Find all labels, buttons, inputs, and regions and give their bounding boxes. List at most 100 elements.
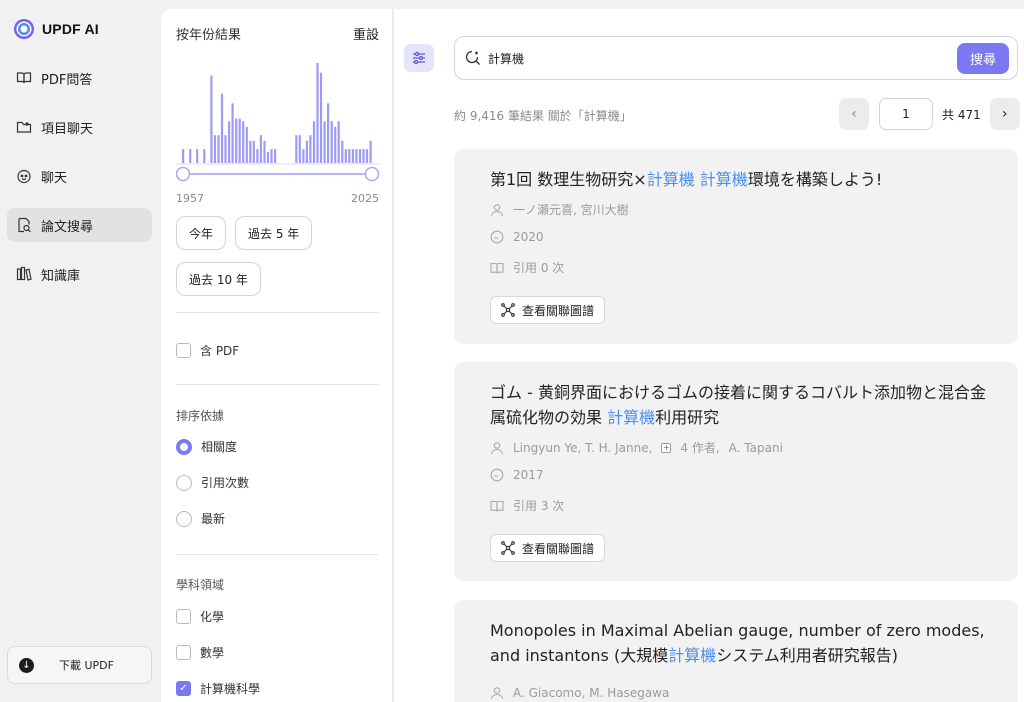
result-card[interactable]: ゴム - 黄銅界面におけるゴムの接着に関するコバルト添加物と混合金属硫化物の効果… <box>454 362 1018 581</box>
result-title[interactable]: Monopoles in Maximal Abelian gauge, numb… <box>490 618 990 668</box>
download-updf-button[interactable]: ↓ 下載 UPDF <box>7 646 152 684</box>
title-text: 環境を構築しよう! <box>747 170 883 189</box>
sidebar-item-pdf-qa[interactable]: PDF問答 <box>7 61 152 95</box>
search-input[interactable]: 計算機 <box>488 50 524 67</box>
result-card[interactable]: Monopoles in Maximal Abelian gauge, numb… <box>454 600 1018 702</box>
histogram-bar <box>337 121 340 163</box>
prev-page-button[interactable]: ‹ <box>839 98 869 130</box>
graph-network-icon <box>501 541 515 555</box>
histogram-bar <box>369 140 372 163</box>
histogram-bar <box>316 63 319 163</box>
radio-button[interactable] <box>176 438 192 455</box>
histogram-bar <box>330 121 333 163</box>
year-histogram[interactable] <box>176 47 379 197</box>
title-highlight: 計算機 <box>668 646 717 665</box>
chat-bot-icon <box>16 168 32 184</box>
title-highlight: 計算機 <box>699 170 748 189</box>
histogram-bar <box>256 149 259 163</box>
more-authors-icon[interactable]: + <box>661 442 672 453</box>
result-card[interactable]: 第1回 数理生物研究×計算機 計算機環境を構築しよう! 一ノ瀬元喜, 宮川大樹 … <box>454 149 1018 344</box>
histogram-bar <box>312 121 316 163</box>
year-max-label: 2025 <box>351 192 379 205</box>
graph-label: 查看關聯圖譜 <box>522 303 595 318</box>
sidebar-item-chat[interactable]: 聊天 <box>7 159 152 193</box>
sidebar-item-knowledge-base[interactable]: 知識庫 <box>7 257 152 291</box>
field-checkbox[interactable] <box>176 645 191 660</box>
histogram-bar <box>245 126 248 163</box>
histogram-bar <box>235 118 238 163</box>
clock-icon <box>490 230 504 244</box>
sort-option-citations[interactable]: 引用次數 <box>176 474 249 491</box>
next-page-button[interactable]: › <box>989 98 1020 130</box>
histogram-bar <box>309 135 312 163</box>
field-computer-science[interactable]: ✓ 計算機科學 <box>176 680 260 697</box>
field-checkbox-checked[interactable]: ✓ <box>176 681 191 696</box>
sort-option-label: 最新 <box>201 512 226 526</box>
sort-option-newest[interactable]: 最新 <box>176 510 225 527</box>
histogram-bar <box>220 93 224 163</box>
year-text: 2020 <box>513 230 544 244</box>
sort-option-relevance[interactable]: 相關度 <box>176 438 237 455</box>
field-chemistry[interactable]: 化學 <box>176 608 224 625</box>
histogram-bar <box>334 126 337 163</box>
brand[interactable]: UPDF AI <box>14 19 99 39</box>
histogram-bar <box>189 149 192 163</box>
histogram-bar <box>323 121 326 163</box>
sidebar-item-project-chat[interactable]: 項目聊天 <box>7 110 152 144</box>
sidebar-item-label: 論文搜尋 <box>41 219 94 235</box>
year-slider-end-handle[interactable] <box>364 166 379 182</box>
user-icon <box>490 203 504 216</box>
histogram-bar <box>203 149 206 163</box>
histogram-bar <box>217 135 220 163</box>
result-title[interactable]: 第1回 数理生物研究×計算機 計算機環境を構築しよう! <box>490 167 990 192</box>
histogram-bar <box>263 140 266 163</box>
page-number-input[interactable]: 1 <box>879 98 933 130</box>
chip-this-year[interactable]: 今年 <box>176 216 227 250</box>
pdf-checkbox[interactable] <box>176 343 191 358</box>
histogram-bar <box>295 135 298 163</box>
sidebar: UPDF AI PDF問答 項目聊天 聊天 論文搜尋 知識庫 ↓ 下載 UPDF <box>0 0 161 702</box>
year-min-label: 1957 <box>176 192 204 205</box>
radio-button[interactable] <box>176 510 192 527</box>
chip-last-5-years[interactable]: 過去 5 年 <box>235 216 313 250</box>
updf-logo-icon <box>14 19 34 39</box>
filter-toggle-button[interactable] <box>404 44 434 72</box>
chip-last-10-years[interactable]: 過去 10 年 <box>176 262 261 296</box>
sidebar-item-label: 聊天 <box>41 170 68 186</box>
title-text: システム利用者研究報告) <box>716 646 898 665</box>
more-authors-text[interactable]: 4 作者, <box>680 439 719 456</box>
app-name: UPDF AI <box>42 21 99 37</box>
view-graph-button[interactable]: 查看關聯圖譜 <box>490 296 606 324</box>
sliders-icon <box>413 51 425 65</box>
divider <box>176 554 379 555</box>
reset-button[interactable]: 重設 <box>353 24 379 43</box>
field-math[interactable]: 數學 <box>176 644 224 661</box>
pagination: ‹ 1 共 471 › <box>839 98 1020 130</box>
result-authors: 一ノ瀬元喜, 宮川大樹 <box>490 201 629 218</box>
radio-button[interactable] <box>176 474 192 491</box>
histogram-bar <box>274 149 277 163</box>
paper-search-icon <box>16 217 32 233</box>
sidebar-item-label: 知識庫 <box>41 268 81 284</box>
result-title[interactable]: ゴム - 黄銅界面におけるゴムの接着に関するコバルト添加物と混合金属硫化物の効果… <box>490 380 990 430</box>
page-total: 共 471 <box>942 107 981 122</box>
histogram-bar <box>327 103 330 163</box>
sidebar-item-paper-search[interactable]: 論文搜尋 <box>7 208 152 242</box>
histogram-bar <box>182 149 185 163</box>
histogram-bar <box>362 149 365 163</box>
view-graph-button[interactable]: 查看關聯圖譜 <box>490 534 606 562</box>
histogram-bar <box>319 72 323 163</box>
histogram-bar <box>298 135 301 163</box>
main-content: 計算機 搜尋 約 9,416 筆結果 關於「計算機」 ‹ 1 共 471 › 第… <box>394 9 1024 702</box>
year-slider-start-handle[interactable] <box>176 166 191 182</box>
year-chips: 今年 過去 5 年 過去 10 年 <box>176 216 386 296</box>
search-button[interactable]: 搜尋 <box>957 43 1009 74</box>
field-label: 數學 <box>200 646 225 660</box>
title-text: 第1回 数理生物研究× <box>490 170 647 189</box>
pdf-filter[interactable]: 含 PDF <box>176 342 239 359</box>
title-highlight: 計算機 <box>607 408 656 427</box>
field-checkbox[interactable] <box>176 609 191 624</box>
year-text: 2017 <box>513 468 544 482</box>
histogram-bar <box>355 149 358 163</box>
title-highlight: 計算機 <box>646 170 695 189</box>
